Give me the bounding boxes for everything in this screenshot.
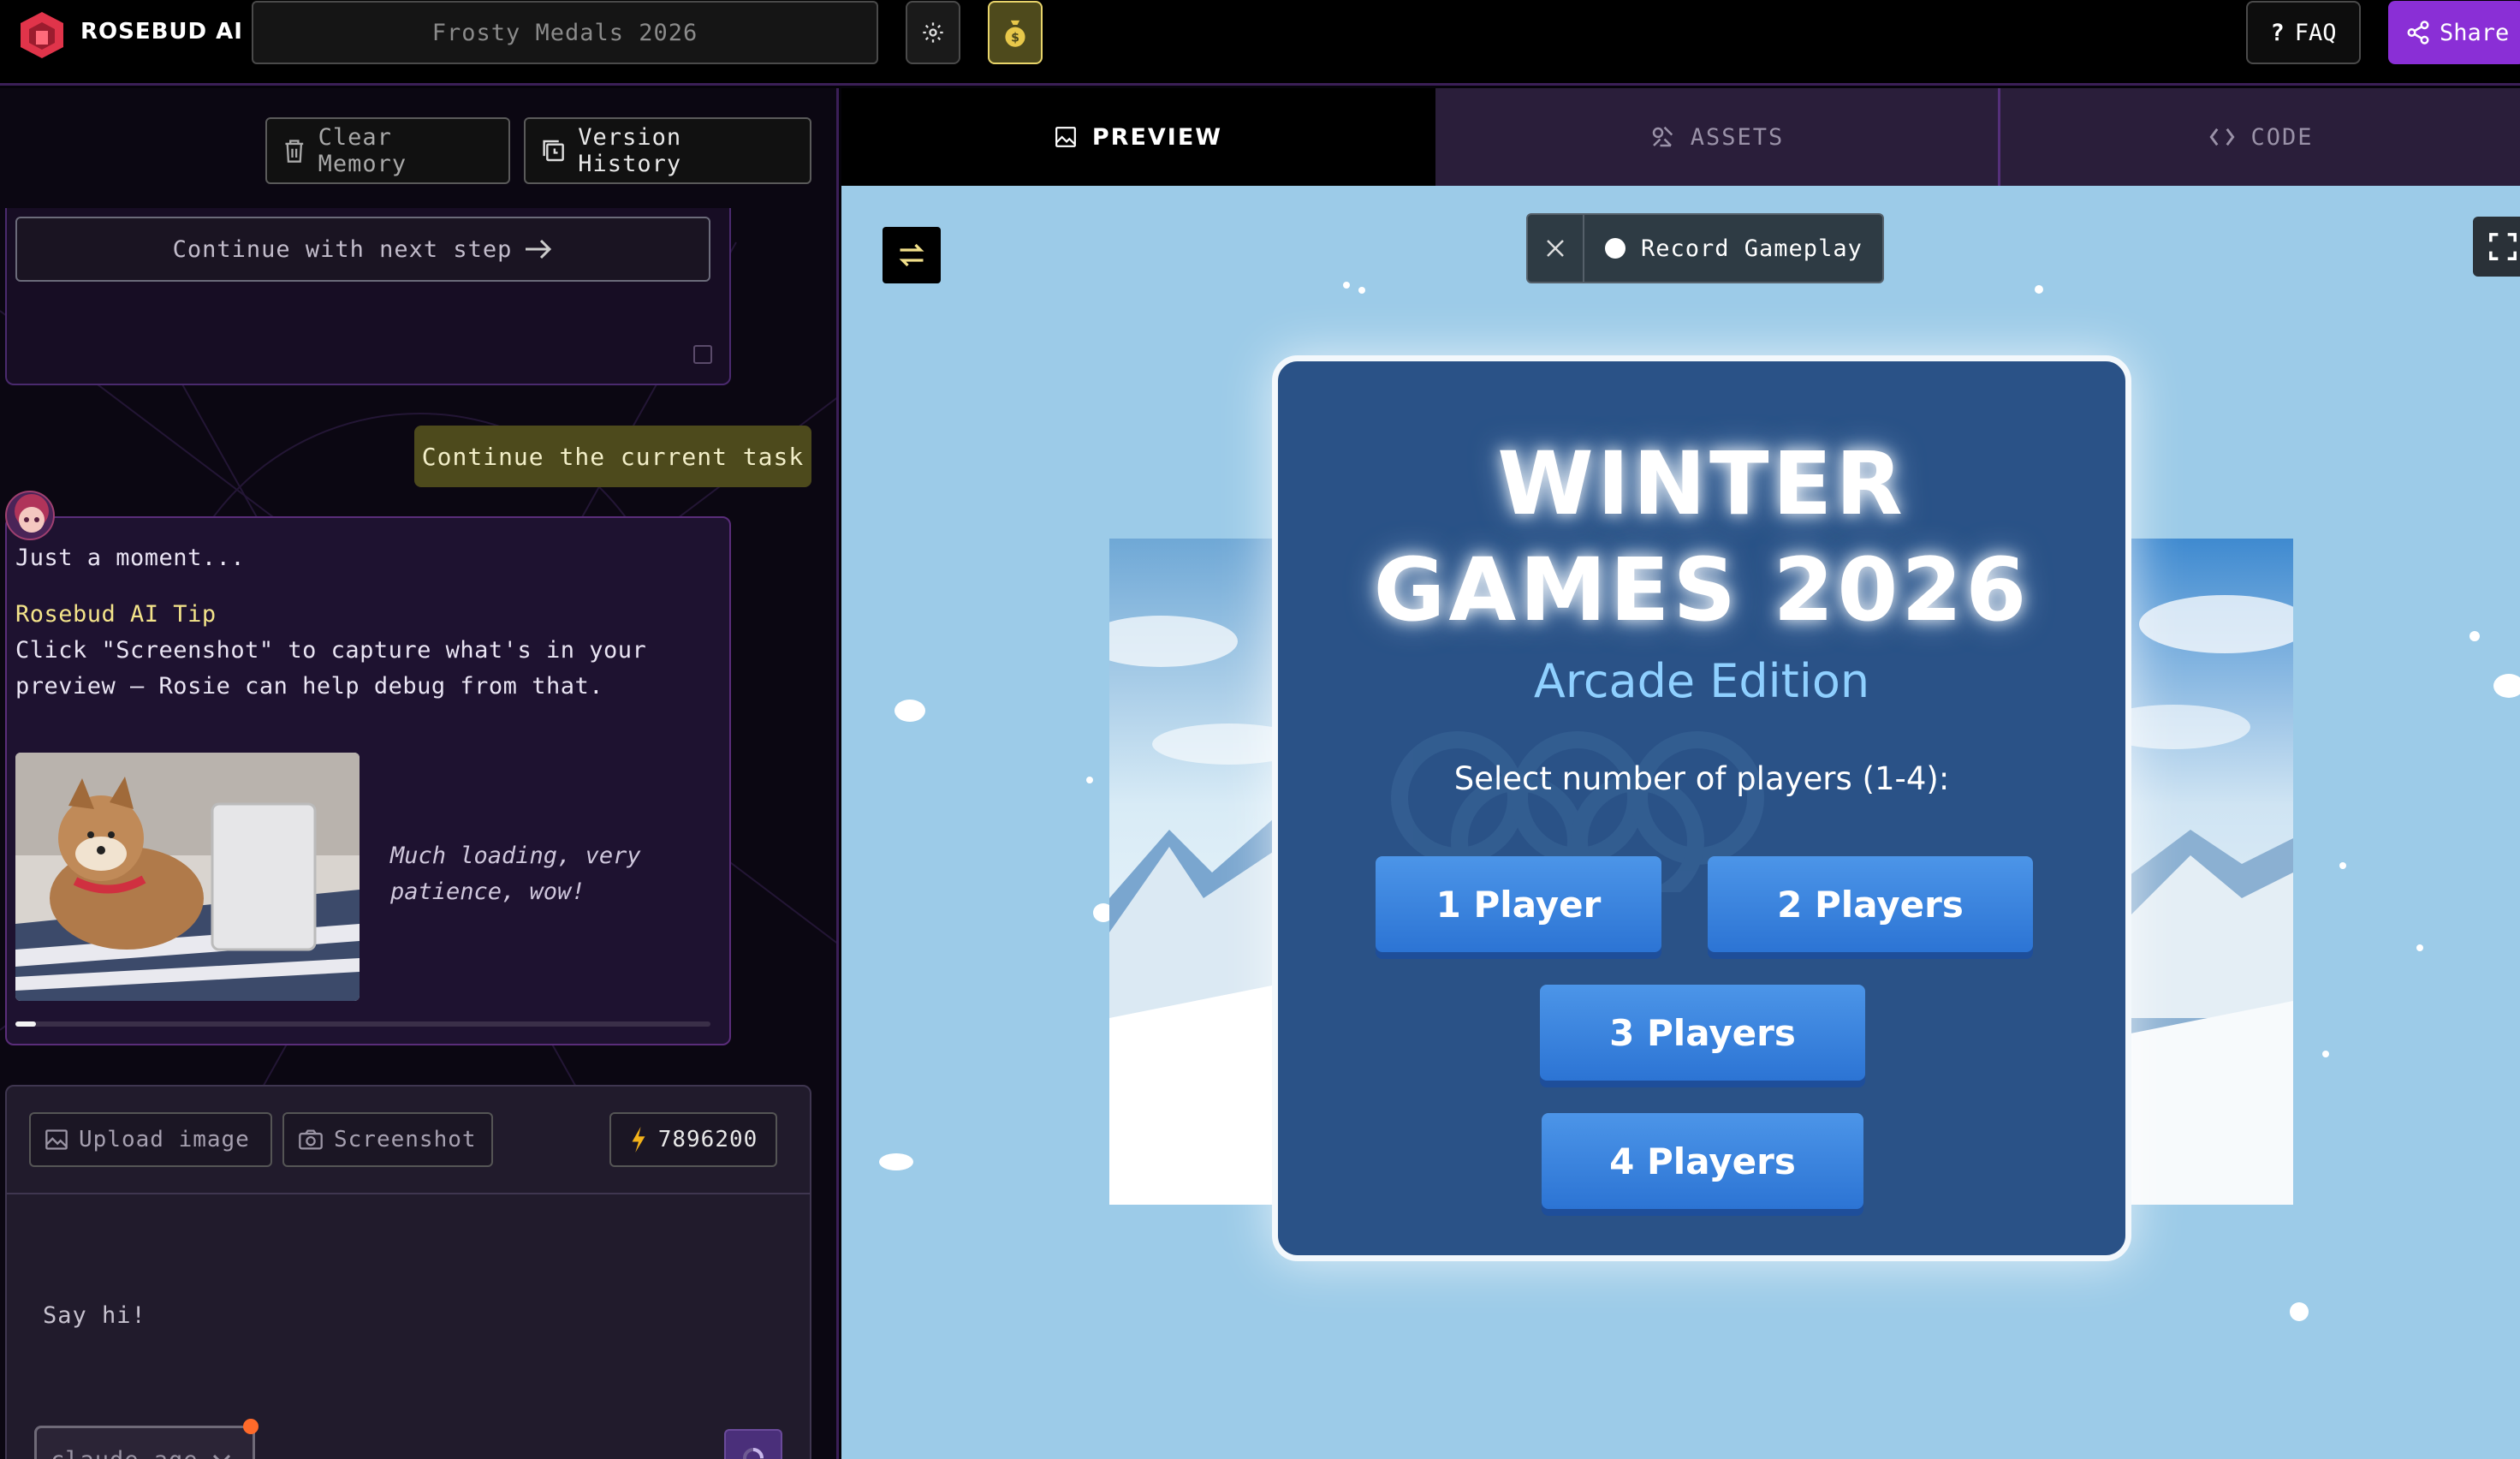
close-icon: [1547, 240, 1564, 257]
clear-memory-label: Clear Memory: [318, 124, 407, 177]
snowflake: [2493, 674, 2520, 698]
tip-title: Rosebud AI Tip: [15, 601, 217, 628]
tab-preview-label: PREVIEW: [1091, 123, 1223, 151]
gear-icon: [923, 22, 943, 43]
snowflake: [1358, 287, 1365, 294]
version-history-label: Version History: [578, 124, 682, 177]
snowflake: [879, 1153, 913, 1170]
snowflake: [1086, 777, 1093, 783]
lightning-icon: [632, 1127, 645, 1152]
credits-counter[interactable]: 7896200: [609, 1112, 777, 1167]
snowflake: [1343, 282, 1350, 289]
loading-progress-fill: [15, 1021, 37, 1027]
tab-assets[interactable]: ASSETS: [1435, 88, 2000, 186]
close-record-button[interactable]: [1528, 215, 1584, 282]
trash-icon: [285, 140, 304, 163]
game-title-line-2: GAMES 2026: [1373, 539, 2030, 641]
assets-icon: [1652, 126, 1673, 147]
history-icon: [543, 140, 564, 162]
share-icon: [2407, 21, 2429, 45]
assistant-status-text: Just a moment...: [15, 545, 246, 571]
image-icon: [1055, 127, 1076, 147]
four-players-button[interactable]: 4 Players: [1542, 1113, 1863, 1209]
player-select-modal: WINTER GAMES 2026 Arcade Edition Select …: [1272, 355, 2131, 1261]
swap-icon: [899, 243, 924, 267]
share-label: Share: [2440, 19, 2510, 46]
screenshot-button[interactable]: Screenshot: [282, 1112, 493, 1167]
mountain-backdrop-right: [2122, 539, 2293, 1205]
project-title-input[interactable]: Frosty Medals 2026: [252, 1, 878, 64]
collapse-icon[interactable]: [693, 345, 712, 364]
snowflake: [2339, 862, 2346, 869]
chevron-down-icon: [212, 1454, 230, 1459]
continue-next-step-button[interactable]: Continue with next step: [15, 217, 710, 282]
player-count-prompt: Select number of players (1-4):: [1453, 760, 1950, 797]
loading-spinner-icon: [743, 1448, 764, 1459]
screenshot-label: Screenshot: [334, 1127, 477, 1152]
chat-panel: Clear Memory Version History Continue wi…: [0, 88, 839, 1459]
upload-image-label: Upload image: [79, 1127, 250, 1152]
camera-icon: [299, 1129, 323, 1150]
send-button[interactable]: [724, 1429, 782, 1459]
brand-name: ROSEBUD AI: [80, 19, 243, 45]
clear-memory-button[interactable]: Clear Memory: [265, 117, 510, 184]
tab-code[interactable]: CODE: [2003, 88, 2520, 186]
code-icon: [2209, 128, 2235, 146]
top-bar: ROSEBUD AI Frosty Medals 2026 $ ? FAQ Sh…: [0, 0, 2520, 86]
fullscreen-button[interactable]: [2473, 217, 2520, 277]
continue-next-step-label: Continue with next step: [172, 235, 513, 263]
image-icon: [45, 1129, 68, 1150]
arrow-right-icon: [526, 239, 552, 259]
game-preview[interactable]: Record Gameplay WINTER GAMES 2026 Arcade…: [841, 186, 2520, 1459]
record-dot-icon: [1605, 238, 1626, 259]
tab-assets-label: ASSETS: [1690, 123, 1785, 151]
two-players-button[interactable]: 2 Players: [1708, 856, 2033, 952]
model-select[interactable]: claude-age: [34, 1426, 255, 1459]
credits-value: 7896200: [657, 1127, 758, 1152]
rosebud-logo-icon[interactable]: [17, 10, 67, 60]
model-select-value: claude-age: [51, 1447, 199, 1459]
money-bag-icon: $: [1005, 20, 1025, 47]
game-subtitle: Arcade Edition: [1533, 654, 1870, 708]
snowflake: [2290, 1302, 2309, 1321]
share-button[interactable]: Share: [2388, 1, 2520, 64]
loading-caption-line-2: patience, wow!: [390, 878, 585, 905]
record-gameplay-label: Record Gameplay: [1641, 235, 1863, 262]
snowflake: [2035, 285, 2043, 294]
tab-code-label: CODE: [2250, 123, 2314, 151]
record-gameplay-button[interactable]: Record Gameplay: [1584, 235, 1863, 262]
snowflake: [2322, 1051, 2329, 1057]
user-message-bubble: Continue the current task: [414, 426, 811, 487]
snowflake: [2416, 944, 2423, 951]
snowflake: [2469, 631, 2480, 641]
faq-button[interactable]: ? FAQ: [2246, 1, 2361, 64]
tab-preview[interactable]: PREVIEW: [841, 88, 1435, 186]
faq-label: FAQ: [2294, 19, 2337, 46]
three-players-button[interactable]: 3 Players: [1540, 985, 1865, 1081]
loading-caption: Much loading, very patience, wow!: [390, 838, 707, 910]
mountain-backdrop-left: [1109, 539, 1281, 1205]
question-icon: ?: [2270, 19, 2285, 46]
loading-progress-bar: [15, 1021, 710, 1027]
chat-input[interactable]: Say hi!: [43, 1302, 146, 1329]
loading-dog-image: [15, 753, 360, 1001]
svg-text:$: $: [1011, 31, 1019, 45]
credits-shop-button[interactable]: $: [988, 1, 1043, 64]
model-notification-dot: [243, 1419, 259, 1434]
record-gameplay-bar: Record Gameplay: [1526, 213, 1884, 283]
version-history-button[interactable]: Version History: [524, 117, 811, 184]
settings-button[interactable]: [906, 1, 960, 64]
upload-image-button[interactable]: Upload image: [29, 1112, 272, 1167]
tip-line-1: Click "Screenshot" to capture what's in …: [15, 637, 647, 664]
game-title-line-1: WINTER: [1497, 433, 1906, 535]
tip-line-2: preview — Rosie can help debug from that…: [15, 673, 603, 700]
one-player-button[interactable]: 1 Player: [1376, 856, 1661, 952]
snowflake: [894, 700, 925, 722]
swap-view-button[interactable]: [883, 227, 941, 283]
fullscreen-icon: [2489, 233, 2517, 260]
rosie-avatar: [5, 491, 55, 540]
workspace-tabs: PREVIEW ASSETS CODE: [841, 88, 2520, 186]
loading-caption-line-1: Much loading, very: [390, 843, 641, 869]
